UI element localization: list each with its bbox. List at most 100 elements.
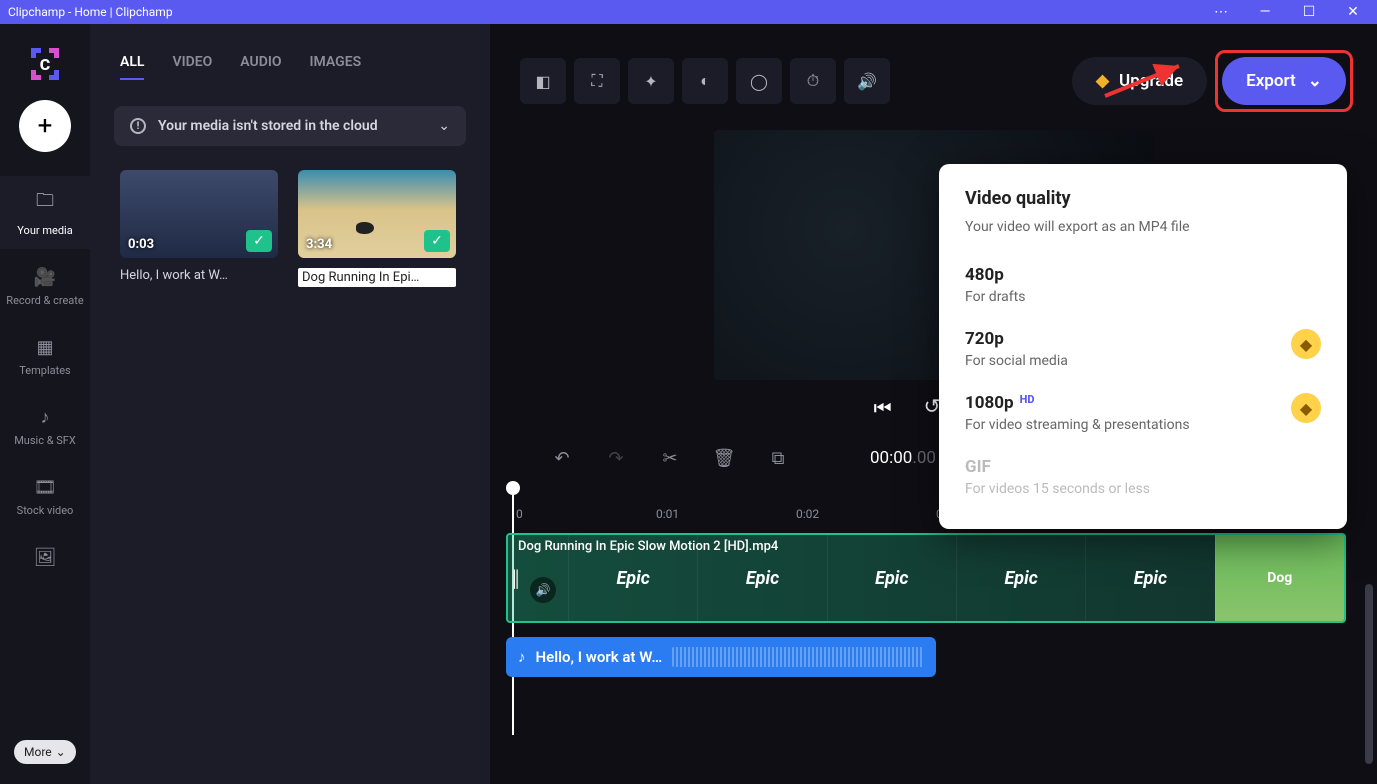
rail-item-stock-video[interactable]: 🎞 Stock video [0,465,90,529]
ruler-tick: 0:02 [796,507,819,521]
media-item[interactable]: 3:34 ✓ Dog Running In Epi… [298,170,456,287]
rail-item-templates[interactable]: ▦ Templates [0,325,90,389]
diamond-icon: ◆ [1300,399,1312,418]
rail-item-images[interactable]: 🖼 [0,535,90,580]
titlebar: Clipchamp - Home | Clipchamp ⋯ — ☐ ✕ [0,0,1377,24]
waveform [672,647,924,667]
window-more-icon[interactable]: ⋯ [1213,4,1229,20]
rail-item-record-create[interactable]: 🎥 Record & create [0,255,90,319]
split-button[interactable]: ✂ [648,439,692,477]
chevron-down-icon: ⌄ [438,118,450,134]
rail-item-label: Stock video [17,504,74,517]
drag-handle-icon[interactable]: ║ [510,569,521,589]
upgrade-button[interactable]: ◆ Upgrade [1072,57,1207,105]
filter-tool[interactable]: ◯ [736,58,782,104]
crop-tool[interactable]: ⛶ [574,58,620,104]
editor-area: ◧ ⛶ ✦ ◐ ◯ ⏱ 🔊 ◆ Upgrade Export ⌄ ⏮ ↺5 ▶ [490,24,1377,784]
add-media-button[interactable]: + [19,100,71,152]
trash-icon: 🗑 [713,448,736,469]
thumbnail-caption: Dog Running In Epi… [298,268,456,287]
contrast-icon: ◐ [700,71,710,91]
app-logo[interactable]: C [25,44,65,84]
check-icon: ✓ [246,230,272,252]
skip-back-button[interactable]: ⏮ [874,396,892,420]
vertical-scrollbar[interactable] [1365,584,1373,764]
export-menu: Video quality Your video will export as … [939,164,1347,529]
audio-clip-label: Hello, I work at W… [536,648,663,666]
tab-video[interactable]: VIDEO [172,54,212,80]
thumbnail-image: 3:34 ✓ [298,170,456,258]
export-option-480p[interactable]: 480p For drafts [965,253,1321,317]
layout-tool[interactable]: ◧ [520,58,566,104]
window-maximize-icon[interactable]: ☐ [1301,4,1317,20]
export-quality-label: GIF [965,457,1150,477]
gauge-icon: ⏱ [807,71,819,91]
grid-icon: ▦ [36,337,53,358]
check-icon: ✓ [424,230,450,252]
rail-item-music-sfx[interactable]: ♪ Music & SFX [0,395,90,459]
audio-tool[interactable]: 🔊 [844,58,890,104]
export-quality-desc: For social media [965,353,1068,369]
thumbnail-duration: 3:34 [306,237,332,252]
audio-clip[interactable]: ♪ Hello, I work at W… [506,637,936,677]
thumbnail-caption: Hello, I work at W… [120,268,278,283]
circle-icon: ◯ [750,72,768,91]
tab-images[interactable]: IMAGES [310,54,362,80]
export-quality-desc: For drafts [965,289,1025,305]
media-item[interactable]: 0:03 ✓ Hello, I work at W… [120,170,278,287]
rail-item-label: Music & SFX [14,434,76,447]
contrast-tool[interactable]: ◐ [682,58,728,104]
cloud-storage-notice[interactable]: ! Your media isn't stored in the cloud ⌄ [114,106,466,146]
export-option-720p[interactable]: 720p For social media ◆ [965,317,1321,381]
delete-button[interactable]: 🗑 [702,439,746,477]
info-icon: ! [130,118,146,134]
export-option-gif: GIF For videos 15 seconds or less [965,445,1321,509]
export-quality-label: 480p [965,265,1025,285]
copy-icon: ⧉ [772,448,785,469]
speed-tool[interactable]: ⏱ [790,58,836,104]
preview-toolbar: ◧ ⛶ ✦ ◐ ◯ ⏱ 🔊 ◆ Upgrade Export ⌄ [490,24,1377,112]
hd-badge: HD [1020,393,1035,406]
ruler-tick: 0:01 [656,507,679,521]
wand-icon: ✦ [644,72,657,91]
timecode: 00:00.00 / [870,448,947,468]
clip-segment: Epic [1085,535,1214,621]
export-menu-heading: Video quality [965,188,1321,209]
window-controls: ⋯ — ☐ ✕ [1213,4,1369,20]
redo-icon: ↷ [608,448,623,469]
window-minimize-icon[interactable]: — [1257,4,1273,20]
premium-badge: ◆ [1291,393,1321,423]
export-option-1080p[interactable]: 1080pHD For video streaming & presentati… [965,381,1321,445]
crop-icon: ⛶ [591,71,602,91]
clip-segment: Epic [697,535,826,621]
export-label: Export [1246,71,1296,91]
tab-all[interactable]: ALL [120,54,144,80]
clip-mute-button[interactable]: 🔊 [530,577,556,603]
premium-badge: ◆ [1291,329,1321,359]
music-icon: ♪ [41,407,50,428]
image-icon: 🖼 [34,547,57,568]
rail-item-your-media[interactable]: 🗀 Your media [0,176,90,249]
undo-button[interactable]: ↶ [540,439,584,477]
svg-text:C: C [40,55,51,74]
left-rail: C + 🗀 Your media 🎥 Record & create ▦ Tem… [0,24,90,784]
effects-tool[interactable]: ✦ [628,58,674,104]
scissors-icon: ✂ [662,448,677,469]
duplicate-button[interactable]: ⧉ [756,439,800,477]
music-icon: ♪ [518,648,526,666]
media-panel: ALL VIDEO AUDIO IMAGES ! Your media isn'… [90,24,490,784]
upgrade-label: Upgrade [1119,71,1183,91]
media-tabs: ALL VIDEO AUDIO IMAGES [90,24,490,92]
export-highlight: Export ⌄ [1215,50,1353,112]
clip-segment: Epic [827,535,956,621]
export-quality-desc: For videos 15 seconds or less [965,481,1150,497]
more-label: More [24,745,52,759]
redo-button[interactable]: ↷ [594,439,638,477]
export-button[interactable]: Export ⌄ [1222,57,1346,105]
video-clip[interactable]: Dog Running In Epic Slow Motion 2 [HD].m… [506,533,1346,623]
window-close-icon[interactable]: ✕ [1345,4,1361,20]
more-button[interactable]: More ⌄ [14,740,76,764]
tab-audio[interactable]: AUDIO [240,54,281,80]
diamond-icon: ◆ [1096,71,1109,91]
ruler-tick: 0 [516,507,523,521]
